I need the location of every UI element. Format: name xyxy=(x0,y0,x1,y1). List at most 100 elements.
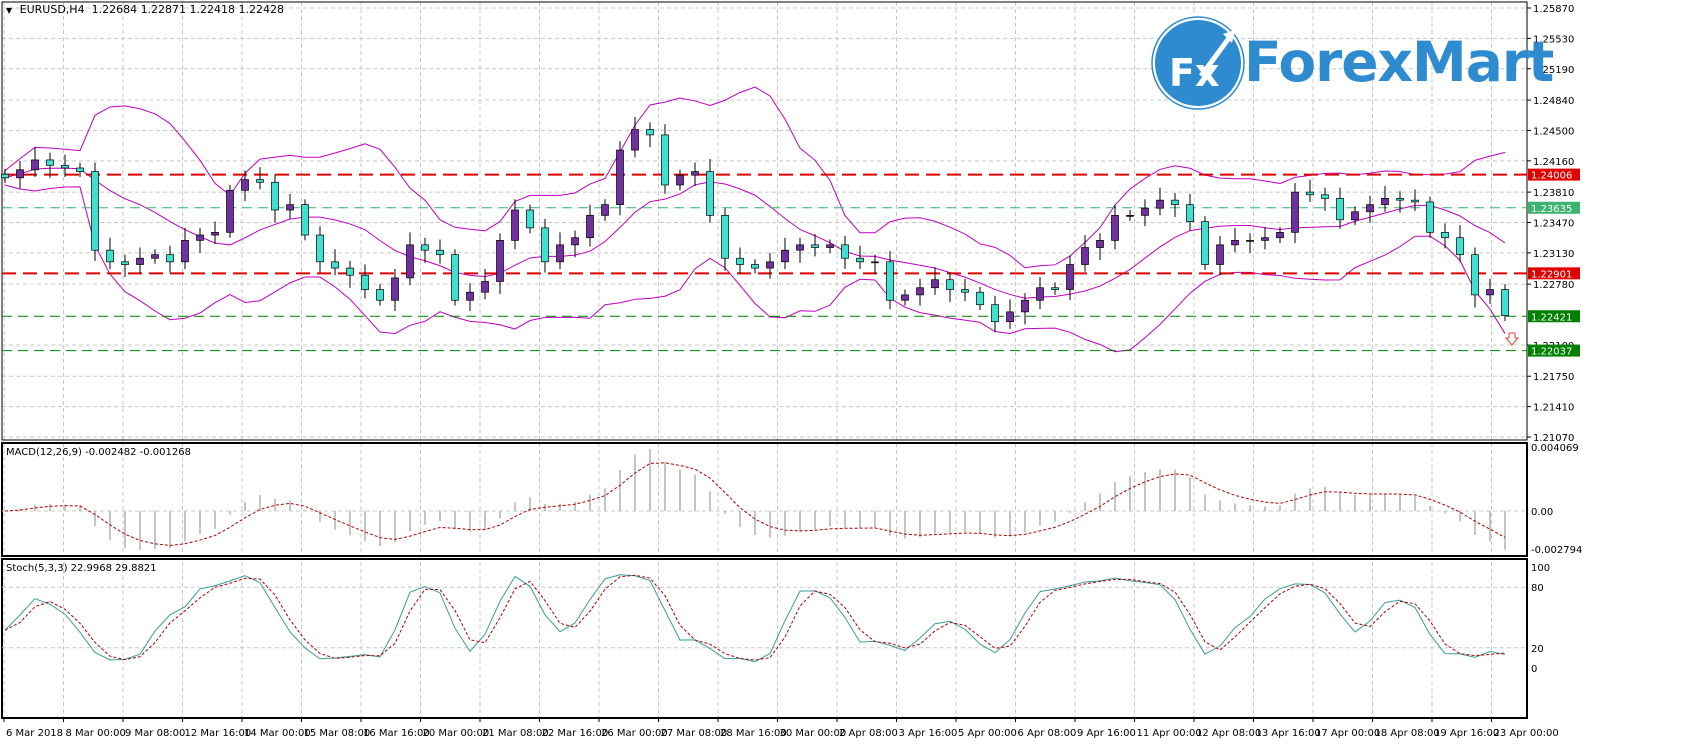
candle-body xyxy=(796,244,804,251)
time-tick-label: 14 Mar 00:00 xyxy=(244,728,311,739)
forexmart-logo-text: ForexMart xyxy=(1244,30,1554,94)
candle-body xyxy=(1201,221,1209,265)
macd-label: MACD(12,26,9) -0.002482 -0.001268 xyxy=(6,447,191,458)
candle-body xyxy=(976,291,984,306)
level-price-tag-label: 1.23635 xyxy=(1531,204,1572,215)
candle-body xyxy=(91,171,99,251)
time-tick-label: 21 Mar 08:00 xyxy=(482,728,549,739)
candle-body xyxy=(1261,237,1269,241)
candle-body xyxy=(901,294,909,301)
candle-body xyxy=(631,129,639,151)
candle-body xyxy=(361,274,369,290)
level-price-tag-label: 1.22901 xyxy=(1531,269,1572,280)
candle-body xyxy=(1456,237,1464,256)
ohlc-values: 1.22684 1.22871 1.22418 1.22428 xyxy=(91,3,285,16)
candle-body xyxy=(1246,240,1254,242)
dropdown-triangle-icon[interactable]: ▼ xyxy=(6,6,12,15)
candle-body xyxy=(1006,311,1014,323)
candle-body xyxy=(1411,199,1419,203)
candle-body xyxy=(46,159,54,166)
candle-body xyxy=(1156,199,1164,209)
candle-body xyxy=(646,129,654,136)
candle-body xyxy=(1051,287,1059,290)
candle-body xyxy=(1111,215,1119,241)
time-tick-label: 17 Apr 00:00 xyxy=(1315,728,1380,739)
down-arrow-icon xyxy=(1504,332,1520,346)
candle-body xyxy=(1036,287,1044,301)
time-tick-label: 2 Apr 08:00 xyxy=(839,728,898,739)
time-tick-label: 18 Apr 08:00 xyxy=(1375,728,1440,739)
candle-body xyxy=(736,257,744,265)
candle-body xyxy=(1171,199,1179,205)
time-tick-label: 23 Apr 00:00 xyxy=(1494,728,1559,739)
candle-body xyxy=(346,267,354,276)
price-tick-label: 1.25870 xyxy=(1533,4,1574,15)
candle-body xyxy=(1366,204,1374,213)
candle-body xyxy=(856,257,864,263)
candle-body xyxy=(256,179,264,183)
macd-axis-label: 0.004069 xyxy=(1531,443,1579,454)
candle-body xyxy=(406,244,414,279)
stoch-axis-label: 100 xyxy=(1531,563,1550,574)
time-tick-label: 11 Apr 00:00 xyxy=(1137,728,1202,739)
candle-body xyxy=(871,261,879,264)
candle-body xyxy=(301,204,309,236)
price-tick-label: 1.23810 xyxy=(1533,188,1574,199)
time-tick-label: 16 Mar 16:00 xyxy=(363,728,430,739)
candle-body xyxy=(436,249,444,256)
candle-body xyxy=(61,164,69,169)
candle-body xyxy=(181,240,189,263)
candle-body xyxy=(121,261,129,265)
candle-body xyxy=(601,204,609,216)
candle-body xyxy=(751,264,759,269)
candle-body xyxy=(1291,191,1299,233)
candle-body xyxy=(676,174,684,186)
candle-body xyxy=(616,149,624,205)
candle-body xyxy=(31,159,39,171)
candle-body xyxy=(271,181,279,211)
candle-body xyxy=(886,261,894,301)
time-tick-label: 20 Mar 00:00 xyxy=(423,728,490,739)
price-tick-label: 1.24160 xyxy=(1533,157,1574,168)
candle-body xyxy=(151,254,159,259)
candle-body xyxy=(1081,247,1089,265)
candle-body xyxy=(766,261,774,269)
candle-body xyxy=(811,244,819,248)
candle-body xyxy=(136,257,144,265)
candle-body xyxy=(241,179,249,191)
level-price-tag-label: 1.22421 xyxy=(1531,312,1572,323)
candle-body xyxy=(1096,240,1104,248)
price-tick-label: 1.23130 xyxy=(1533,249,1574,260)
chart-canvas[interactable]: 6 Mar 2018 8 Mar 00:00 9 Mar 08:00 12 Mar 1… xyxy=(0,0,1684,746)
candle-body xyxy=(1141,207,1149,216)
stoch-main-line xyxy=(4,574,1506,663)
symbol-label: EURUSD,H4 xyxy=(19,3,85,16)
time-tick-label: 8 Mar 00:00 xyxy=(66,728,126,739)
candle-body xyxy=(571,237,579,246)
candle-body xyxy=(706,171,714,216)
time-tick-label: 28 Mar 16:00 xyxy=(720,728,787,739)
price-tick-label: 1.22780 xyxy=(1533,280,1574,291)
candle-body xyxy=(1216,244,1224,265)
stoch-axis-label: 80 xyxy=(1531,583,1544,594)
candle-body xyxy=(106,249,114,263)
price-tick-label: 1.24500 xyxy=(1533,126,1574,137)
candle-body xyxy=(1276,231,1284,239)
candle-body xyxy=(1021,299,1029,313)
candle-body xyxy=(526,209,534,229)
time-tick-label: 9 Mar 08:00 xyxy=(125,728,185,739)
candle-body xyxy=(1186,204,1194,222)
candle-body xyxy=(466,291,474,301)
candle-body xyxy=(946,279,954,290)
candle-body xyxy=(166,254,174,263)
time-tick-label: 15 Mar 08:00 xyxy=(304,728,371,739)
candle-body xyxy=(511,209,519,241)
time-tick-label: 6 Mar 2018 xyxy=(6,728,63,739)
candle-body xyxy=(391,277,399,301)
time-tick-label: 19 Apr 16:00 xyxy=(1434,728,1499,739)
price-tick-label: 1.21410 xyxy=(1533,403,1574,414)
time-tick-label: 27 Mar 08:00 xyxy=(661,728,728,739)
candle-body xyxy=(481,281,489,293)
chart-header: ▼ EURUSD,H4 1.22684 1.22871 1.22418 1.22… xyxy=(6,3,284,16)
candle-body xyxy=(1,173,9,179)
